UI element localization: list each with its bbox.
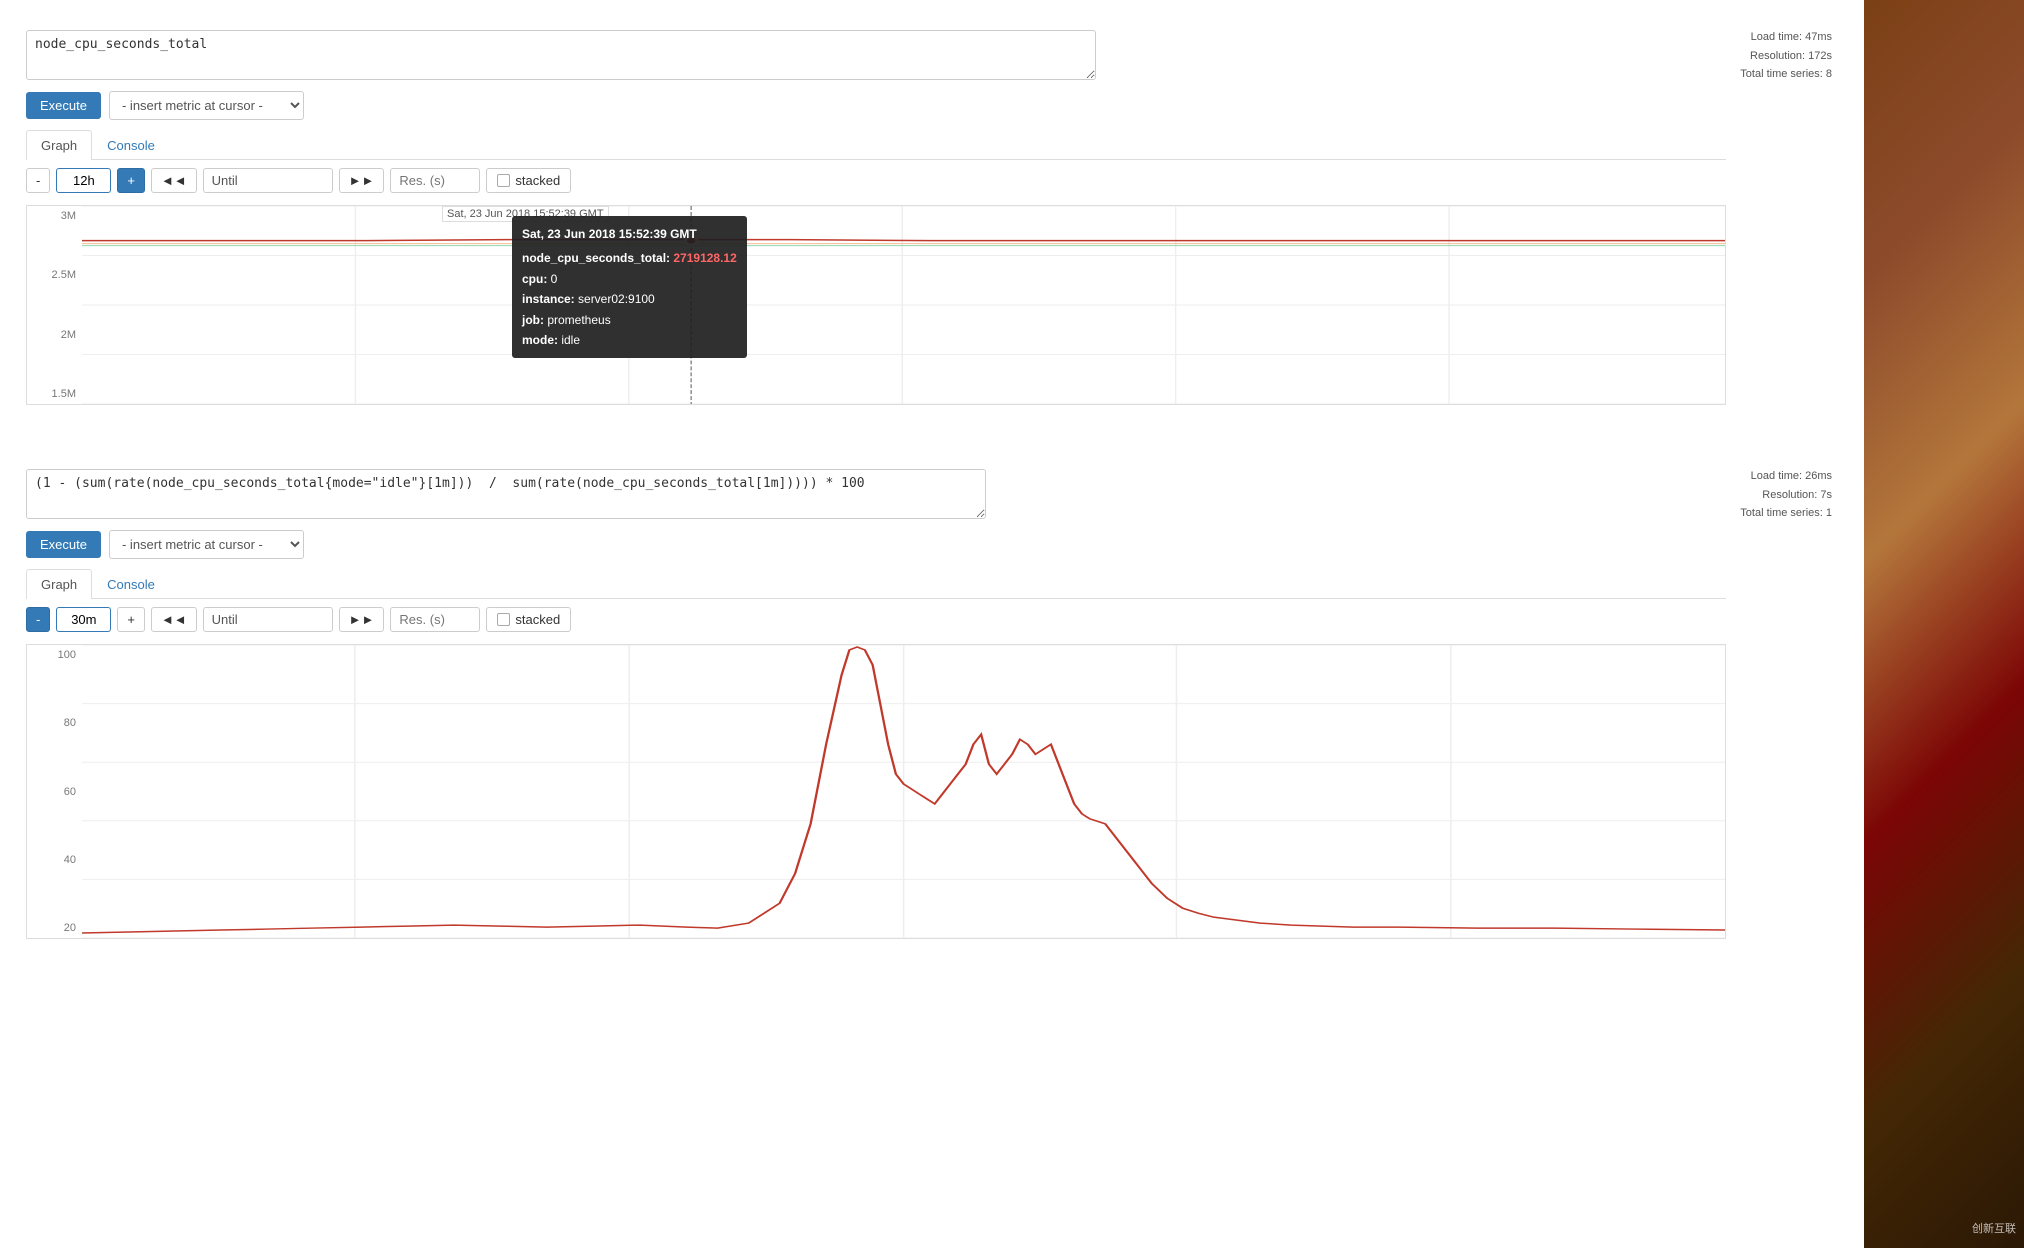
main-content: node_cpu_seconds_total Execute - insert … bbox=[0, 0, 1864, 1248]
panel2-tabs: Graph Console bbox=[26, 569, 1726, 599]
zoom-out-button-2[interactable]: - bbox=[26, 607, 50, 632]
chart-inner-2 bbox=[82, 645, 1725, 938]
chart-inner-1: Sat, 23 Jun 2018 15:52:39 GMT node_cpu_s… bbox=[82, 206, 1725, 404]
until-input-1[interactable] bbox=[203, 168, 333, 193]
query-input-1[interactable]: node_cpu_seconds_total bbox=[26, 30, 1096, 80]
chart-1: 3M 2.5M 2M 1.5M bbox=[26, 205, 1726, 405]
execute-button-2[interactable]: Execute bbox=[26, 531, 101, 558]
insert-metric-select-2[interactable]: - insert metric at cursor - bbox=[109, 530, 304, 559]
y-label-40: 40 bbox=[27, 854, 76, 866]
stacked-label-1: stacked bbox=[515, 173, 560, 188]
meta-load-time-2: Load time: 26ms bbox=[1740, 467, 1832, 486]
meta-load-time-1: Load time: 47ms bbox=[1740, 28, 1832, 47]
y-axis-1: 3M 2.5M 2M 1.5M bbox=[27, 206, 82, 404]
time-range-input-2[interactable] bbox=[56, 607, 111, 632]
until-input-2[interactable] bbox=[203, 607, 333, 632]
panel-2: (1 - (sum(rate(node_cpu_seconds_total{mo… bbox=[0, 449, 1864, 963]
chart-2: 100 80 60 40 20 bbox=[26, 644, 1726, 939]
stacked-checkbox-2 bbox=[497, 613, 510, 626]
panel1-tabs: Graph Console bbox=[26, 130, 1726, 160]
page-wrapper: node_cpu_seconds_total Execute - insert … bbox=[0, 0, 2024, 1248]
time-range-input-1[interactable] bbox=[56, 168, 111, 193]
back-button-1[interactable]: ◄◄ bbox=[151, 168, 197, 193]
meta-total-series-1: Total time series: 8 bbox=[1740, 65, 1832, 84]
y-label-15m: 1.5M bbox=[27, 388, 76, 400]
forward-button-1[interactable]: ►► bbox=[339, 168, 385, 193]
stacked-button-1[interactable]: stacked bbox=[486, 168, 571, 193]
chart-svg-2 bbox=[82, 645, 1725, 938]
panel2-left: (1 - (sum(rate(node_cpu_seconds_total{mo… bbox=[12, 459, 1740, 953]
zoom-out-button-1[interactable]: - bbox=[26, 168, 50, 193]
stacked-label-2: stacked bbox=[515, 612, 560, 627]
tooltip-cursor-time: Sat, 23 Jun 2018 15:52:39 GMT bbox=[442, 206, 609, 222]
meta-resolution-2: Resolution: 7s bbox=[1740, 486, 1832, 505]
y-axis-2: 100 80 60 40 20 bbox=[27, 645, 82, 938]
panel2-controls-row: Execute - insert metric at cursor - bbox=[26, 530, 1726, 559]
meta-resolution-1: Resolution: 172s bbox=[1740, 47, 1832, 66]
y-label-80: 80 bbox=[27, 717, 76, 729]
tab-console-1[interactable]: Console bbox=[92, 130, 170, 160]
panel2-top-bar: (1 - (sum(rate(node_cpu_seconds_total{mo… bbox=[12, 459, 1852, 953]
execute-button-1[interactable]: Execute bbox=[26, 92, 101, 119]
res-input-1[interactable] bbox=[390, 168, 480, 193]
stacked-button-2[interactable]: stacked bbox=[486, 607, 571, 632]
back-button-2[interactable]: ◄◄ bbox=[151, 607, 197, 632]
meta-total-series-2: Total time series: 1 bbox=[1740, 504, 1832, 523]
panel1-left: node_cpu_seconds_total Execute - insert … bbox=[12, 20, 1740, 419]
chart-svg-1 bbox=[82, 206, 1725, 404]
y-label-25m: 2.5M bbox=[27, 269, 76, 281]
y-label-2m: 2M bbox=[27, 329, 76, 341]
y-label-20: 20 bbox=[27, 922, 76, 934]
panel1-graph-controls: - + ◄◄ ►► stacked bbox=[26, 160, 1726, 201]
panel1-controls-row: Execute - insert metric at cursor - bbox=[26, 91, 1726, 120]
tab-graph-2[interactable]: Graph bbox=[26, 569, 92, 599]
zoom-in-button-1[interactable]: + bbox=[117, 168, 145, 193]
tab-console-2[interactable]: Console bbox=[92, 569, 170, 599]
watermark: 创新互联 bbox=[1972, 1220, 2016, 1236]
stacked-checkbox-1 bbox=[497, 174, 510, 187]
res-input-2[interactable] bbox=[390, 607, 480, 632]
y-label-60: 60 bbox=[27, 786, 76, 798]
y-label-3m: 3M bbox=[27, 210, 76, 222]
tab-graph-1[interactable]: Graph bbox=[26, 130, 92, 160]
panel1-top-bar: node_cpu_seconds_total Execute - insert … bbox=[12, 20, 1852, 419]
zoom-in-button-2[interactable]: + bbox=[117, 607, 145, 632]
panel2-graph-controls: - + ◄◄ ►► stacked bbox=[26, 599, 1726, 640]
sidebar-overlay bbox=[1864, 0, 2024, 1248]
query-input-2[interactable]: (1 - (sum(rate(node_cpu_seconds_total{mo… bbox=[26, 469, 986, 519]
panel1-meta: Load time: 47ms Resolution: 172s Total t… bbox=[1740, 20, 1852, 84]
forward-button-2[interactable]: ►► bbox=[339, 607, 385, 632]
y-label-100: 100 bbox=[27, 649, 76, 661]
right-sidebar: 创新互联 bbox=[1864, 0, 2024, 1248]
panel2-meta: Load time: 26ms Resolution: 7s Total tim… bbox=[1740, 459, 1852, 523]
panel-1: node_cpu_seconds_total Execute - insert … bbox=[0, 10, 1864, 429]
insert-metric-select-1[interactable]: - insert metric at cursor - bbox=[109, 91, 304, 120]
